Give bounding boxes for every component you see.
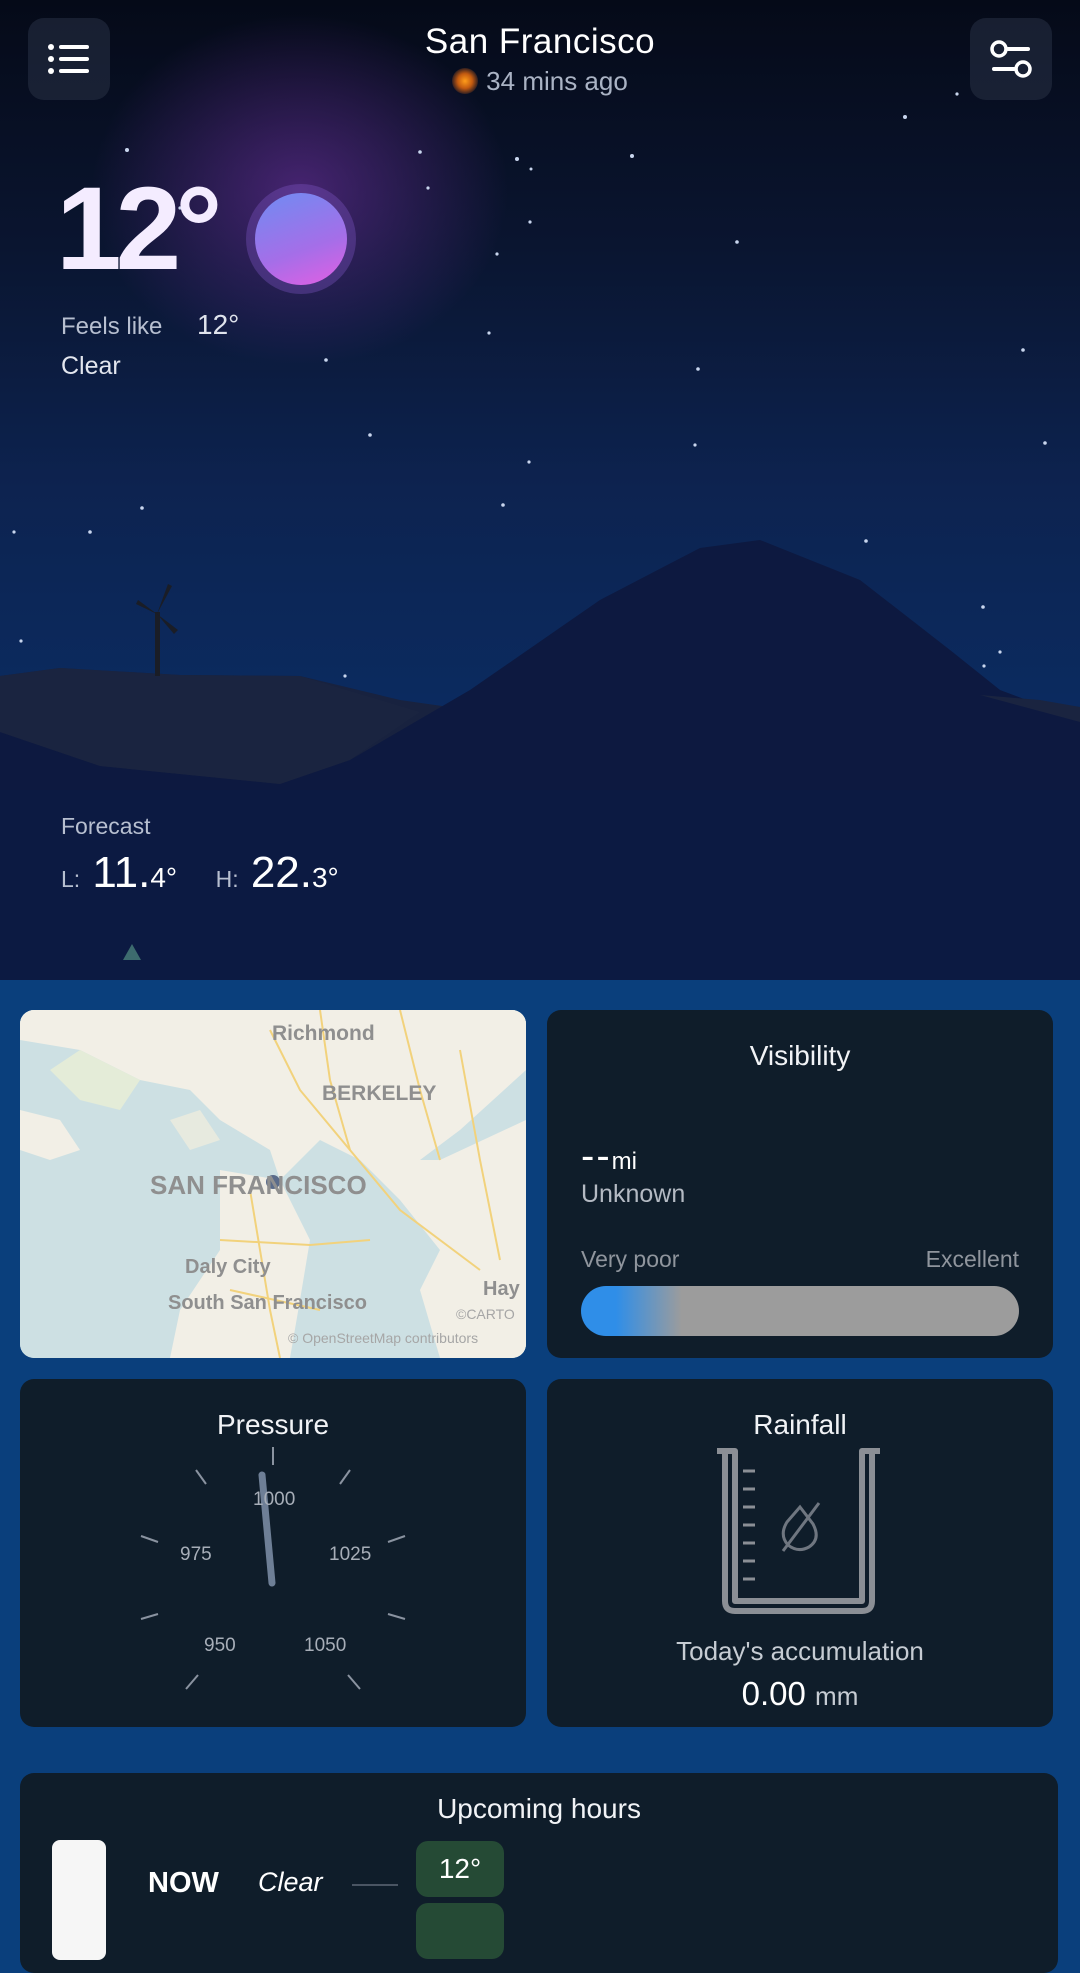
hour-row-connector xyxy=(352,1884,398,1886)
visibility-title: Visibility xyxy=(749,1040,851,1071)
current-temperature: 12° xyxy=(56,163,222,295)
pressure-tick-1025: 1025 xyxy=(329,1544,372,1565)
map-label-hayward: Hay xyxy=(483,1278,520,1300)
city-name: San Francisco xyxy=(424,22,656,61)
map-label-daly-city: Daly City xyxy=(185,1256,271,1278)
feels-like-value: 12° xyxy=(197,309,240,340)
forecast-range: L: 11.4° H: 22.3° xyxy=(61,848,339,898)
windmill-icon xyxy=(136,584,178,676)
pressure-tick-975: 975 xyxy=(180,1544,212,1565)
weather-hero xyxy=(0,0,1080,980)
high-int: 22. xyxy=(250,848,312,897)
map-label-south-san-francisco: South San Francisco xyxy=(168,1292,367,1314)
rainfall-value: 0.00 xyxy=(741,1675,806,1712)
high-dec: 3° xyxy=(311,862,339,893)
hour-row-condition: Clear xyxy=(258,1867,323,1897)
updated-text: 34 mins ago xyxy=(486,66,628,96)
rainfall-caption: Today's accumulation xyxy=(676,1636,924,1666)
visibility-number: -- xyxy=(581,1134,612,1178)
rainfall-unit: mm xyxy=(815,1681,859,1711)
sun-icon xyxy=(452,68,479,94)
pressure-gauge xyxy=(140,1447,406,1690)
low-int: 11. xyxy=(92,848,151,897)
hour-row-temp-badge: 12° xyxy=(416,1841,504,1897)
pressure-card: Pressure 1000 975 1025 950 1050 xyxy=(20,1379,526,1727)
map-attribution-osm: © OpenStreetMap contributors xyxy=(288,1330,479,1346)
visibility-unit: mi xyxy=(611,1148,637,1175)
rainfall-card: Rainfall Today's accumulation 0.00 mm xyxy=(547,1379,1053,1727)
high-value: 22.3° xyxy=(251,848,339,897)
upcoming-hours-card: Upcoming hours NOW Clear 12° xyxy=(20,1773,1058,1973)
visibility-card: Visibility --mi Unknown Very poor Excell… xyxy=(547,1010,1053,1358)
low-value: 11.4° xyxy=(92,848,177,897)
triangle-marker-icon xyxy=(123,944,141,960)
moon-icon xyxy=(246,184,356,294)
map-attribution-carto: ©CARTO xyxy=(456,1306,515,1322)
visibility-bar xyxy=(581,1286,1019,1336)
low-label: L: xyxy=(61,866,81,892)
hour-row-time: NOW xyxy=(148,1867,219,1899)
map-label-berkeley: BERKELEY xyxy=(322,1082,437,1105)
pressure-tick-1000: 1000 xyxy=(253,1489,296,1510)
pressure-tick-1050: 1050 xyxy=(304,1635,347,1656)
feels-like-label: Feels like xyxy=(61,313,163,340)
rainfall-amount: 0.00 mm xyxy=(547,1675,1053,1713)
visibility-scale-min: Very poor xyxy=(581,1246,680,1272)
map-label-san-francisco: SAN FRANCISCO xyxy=(150,1170,367,1200)
visibility-status: Unknown xyxy=(581,1180,686,1208)
map-label-richmond: Richmond xyxy=(272,1022,375,1045)
location-map[interactable]: Richmond BERKELEY SAN FRANCISCO Daly Cit… xyxy=(20,1010,526,1358)
upcoming-hours-title: Upcoming hours xyxy=(437,1793,641,1824)
mountain-silhouette xyxy=(0,540,1080,980)
forecast-label: Forecast xyxy=(61,813,151,839)
visibility-value: --mi xyxy=(581,1134,637,1179)
visibility-scale-max: Excellent xyxy=(925,1246,1019,1272)
daylight-bar xyxy=(52,1840,106,1960)
condition-text: Clear xyxy=(61,352,121,380)
high-label: H: xyxy=(215,866,239,892)
low-dec: 4° xyxy=(150,862,178,893)
pressure-tick-950: 950 xyxy=(204,1635,236,1656)
last-updated: 34 mins ago xyxy=(0,66,1080,97)
hour-row-next-badge xyxy=(416,1903,504,1959)
no-rain-icon xyxy=(781,1502,821,1552)
